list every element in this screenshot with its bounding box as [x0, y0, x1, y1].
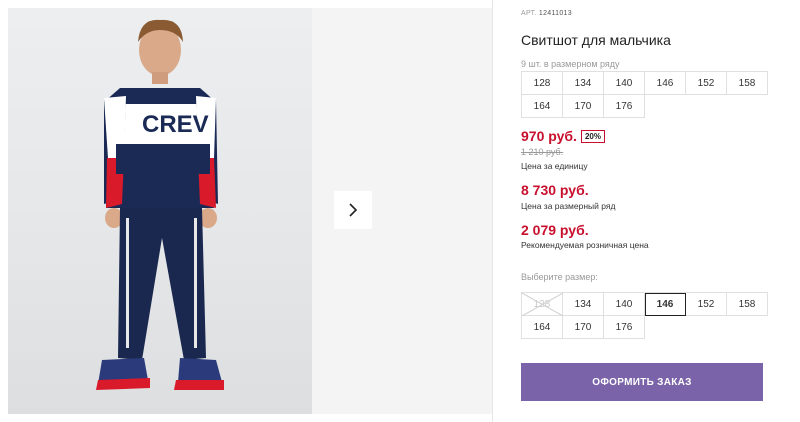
size-row-cell: 176 [604, 95, 645, 118]
product-title: Свитшот для мальчика [521, 32, 671, 48]
sku-label: АРТ. [521, 10, 537, 17]
product-gallery: CREV [0, 0, 493, 422]
size-option[interactable]: 176 [604, 316, 645, 339]
size-option[interactable]: 152 [686, 293, 727, 316]
product-photo: CREV [8, 8, 312, 414]
choose-size-label: Выберите размер: [521, 272, 598, 282]
size-option[interactable]: 158 [727, 293, 768, 316]
product-info: АРТ. 12411013 Свитшот для мальчика 9 шт.… [521, 0, 800, 422]
sku-value: 12411013 [538, 10, 572, 17]
retail-price-label: Рекомендуемая розничная цена [521, 240, 649, 250]
price-row: 970 руб. 20% [521, 128, 605, 144]
size-option-disabled: 128 [522, 293, 563, 316]
size-row-cell: 134 [563, 72, 604, 95]
size-row-cell: 170 [563, 95, 604, 118]
row-price-label: Цена за размерный ряд [521, 201, 616, 211]
size-row-cell: 128 [522, 72, 563, 95]
unit-price-label: Цена за единицу [521, 161, 588, 171]
size-row-cell: 152 [686, 72, 727, 95]
size-option-selected[interactable]: 146 [645, 293, 686, 316]
sizes-in-row-label: 9 шт. в размерном ряду [521, 59, 620, 69]
crossed-out-icon [522, 293, 563, 316]
size-option[interactable]: 134 [563, 293, 604, 316]
size-row-cell: 146 [645, 72, 686, 95]
discount-badge: 20% [580, 129, 605, 143]
size-option[interactable]: 170 [563, 316, 604, 339]
sku: АРТ. 12411013 [521, 10, 572, 17]
place-order-button[interactable]: ОФОРМИТЬ ЗАКАЗ [521, 363, 763, 401]
size-option[interactable]: 140 [604, 293, 645, 316]
old-price: 1 210 руб. [521, 147, 564, 157]
size-selector: 128 134 140 146 152 158 164 170 176 [521, 292, 768, 339]
size-row-cell: 140 [604, 72, 645, 95]
size-option[interactable]: 164 [522, 316, 563, 339]
chevron-right-icon [349, 203, 358, 217]
current-price: 970 руб. [521, 128, 577, 144]
boy-model-illustration: CREV [96, 19, 224, 390]
size-row-cell: 158 [727, 72, 768, 95]
retail-price: 2 079 руб. [521, 222, 589, 238]
gallery-next-button[interactable] [334, 191, 372, 229]
size-row-cell: 164 [522, 95, 563, 118]
size-row-table: 128 134 140 146 152 158 164 170 176 [521, 71, 768, 118]
sweatshirt-print: CREV [142, 111, 209, 138]
row-price: 8 730 руб. [521, 182, 589, 198]
